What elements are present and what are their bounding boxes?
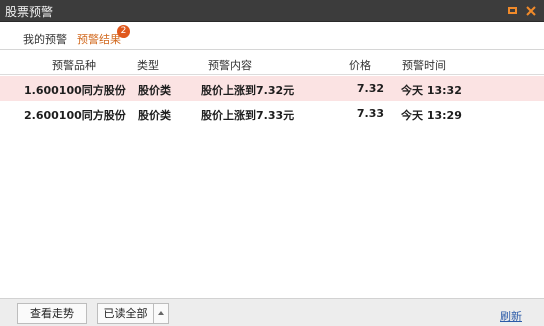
close-button[interactable] [523, 3, 539, 19]
more-options-button[interactable] [153, 303, 169, 324]
cell-price: 7.33 [356, 107, 384, 120]
table-header: 预警品种 类型 预警内容 价格 预警时间 [0, 51, 544, 75]
tab-bar: 我的预警 预警结果 2 [0, 22, 544, 53]
table-row[interactable]: 2.600100同方股份 股价类 股价上涨到7.33元 7.33 今天 13:2… [0, 101, 544, 127]
cell-symbol: 2.600100同方股份 [24, 109, 126, 122]
cell-type: 股价类 [138, 109, 171, 122]
minimize-icon [508, 7, 517, 14]
cell-time: 今天 13:32 [401, 84, 462, 97]
close-icon [526, 6, 536, 16]
tab-alert-results[interactable]: 预警结果 [77, 31, 121, 53]
tab-my-alerts[interactable]: 我的预警 [23, 31, 67, 47]
refresh-link[interactable]: 刷新 [500, 308, 522, 324]
cell-content: 股价上涨到7.32元 [201, 84, 295, 97]
cell-price: 7.32 [356, 82, 384, 95]
header-type: 类型 [137, 59, 159, 72]
mark-all-read-button[interactable]: 已读全部 [97, 303, 154, 324]
window-title: 股票预警 [5, 5, 54, 19]
view-trend-button[interactable]: 查看走势 [17, 303, 87, 324]
header-content: 预警内容 [208, 59, 252, 72]
cell-symbol: 1.600100同方股份 [24, 84, 126, 97]
header-price: 价格 [349, 59, 371, 72]
header-symbol: 预警品种 [52, 59, 96, 72]
minimize-button[interactable] [505, 3, 521, 19]
caret-up-icon [158, 311, 164, 315]
unread-count-badge: 2 [117, 25, 130, 38]
cell-content: 股价上涨到7.33元 [201, 109, 295, 122]
title-bar: 股票预警 [0, 0, 544, 22]
footer-bar: 查看走势 已读全部 刷新 [0, 298, 544, 326]
header-time: 预警时间 [402, 59, 446, 72]
table-row[interactable]: 1.600100同方股份 股价类 股价上涨到7.32元 7.32 今天 13:3… [0, 76, 544, 102]
cell-time: 今天 13:29 [401, 109, 462, 122]
cell-type: 股价类 [138, 84, 171, 97]
